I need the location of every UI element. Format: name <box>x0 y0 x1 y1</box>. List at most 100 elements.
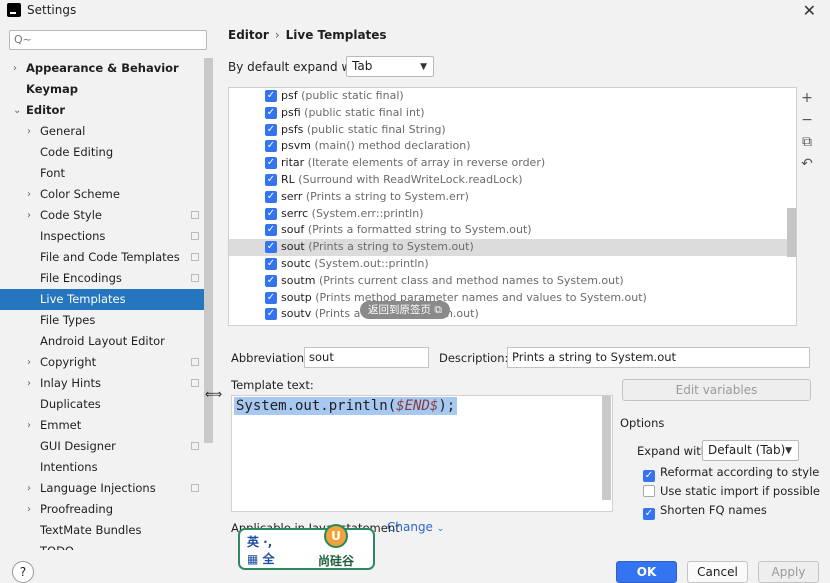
sidebar-item-inspections[interactable]: Inspections <box>0 226 204 247</box>
expand-with-select[interactable]: Default (Tab) ▼ <box>702 440 799 461</box>
sidebar-item-file-and-code-templates[interactable]: File and Code Templates <box>0 247 204 268</box>
template-checkbox[interactable]: ✓ <box>265 291 277 304</box>
template-row[interactable]: ✓ serrc (System.err::println) <box>229 206 796 223</box>
template-checkbox[interactable]: ✓ <box>265 308 277 321</box>
sidebar-item-todo[interactable]: TODO <box>0 541 204 550</box>
sidebar-scrollbar[interactable] <box>204 58 213 443</box>
sidebar-item-live-templates[interactable]: Live Templates <box>0 289 213 310</box>
editor-scrollbar[interactable] <box>602 396 611 500</box>
template-desc: (Prints a formatted string to System.out… <box>307 223 532 237</box>
ime-toolbar[interactable]: 英 ·, ▦ 全 U 尚硅谷 <box>238 524 375 570</box>
template-abbr: soutv <box>281 307 312 321</box>
template-checkbox[interactable]: ✓ <box>265 274 277 287</box>
chevron-right-icon[interactable]: › <box>27 499 31 520</box>
sidebar-item-font[interactable]: Font <box>0 163 204 184</box>
abbreviation-field[interactable]: sout <box>304 347 429 368</box>
sidebar-item-code-editing[interactable]: Code Editing <box>0 142 204 163</box>
sidebar-item-file-encodings[interactable]: File Encodings <box>0 268 204 289</box>
apply-button[interactable]: Apply <box>758 561 819 583</box>
sidebar-item-keymap[interactable]: Keymap <box>0 79 204 100</box>
template-checkbox[interactable]: ✓ <box>265 157 277 170</box>
sidebar-item-label: Editor <box>26 103 66 117</box>
sidebar-item-editor[interactable]: ⌄ Editor <box>0 100 204 121</box>
cancel-button[interactable]: Cancel <box>687 561 748 583</box>
static-import-checkbox[interactable]: Use static import if possible <box>643 484 820 498</box>
template-checkbox[interactable]: ✓ <box>265 106 277 119</box>
sidebar-item-copyright[interactable]: › Copyright <box>0 352 204 373</box>
template-checkbox[interactable]: ✓ <box>265 207 277 220</box>
sidebar-item-color-scheme[interactable]: › Color Scheme <box>0 184 204 205</box>
template-row[interactable]: ✓ ritar (Iterate elements of array in rev… <box>229 155 796 172</box>
chevron-right-icon[interactable]: › <box>27 121 31 142</box>
template-row[interactable]: ✓ psf (public static final) <box>229 88 796 105</box>
template-row[interactable]: ✓ RL (Surround with ReadWriteLock.readLoc… <box>229 172 796 189</box>
template-row[interactable]: ✓ soutm (Prints current class and method … <box>229 273 796 290</box>
description-field[interactable]: Prints a string to System.out <box>507 347 810 368</box>
template-row[interactable]: ✓ soutc (System.out::println) <box>229 256 796 273</box>
chevron-right-icon[interactable]: › <box>27 478 31 499</box>
sidebar-item-proofreading[interactable]: › Proofreading <box>0 499 204 520</box>
close-icon[interactable]: ✕ <box>803 1 816 20</box>
sidebar-item-intentions[interactable]: Intentions <box>0 457 204 478</box>
sidebar-item-android-layout-editor[interactable]: Android Layout Editor <box>0 331 204 352</box>
shorten-fq-checkbox[interactable]: ✓ Shorten FQ names <box>643 503 767 520</box>
project-scope-icon <box>191 274 199 282</box>
sidebar-item-language-injections[interactable]: › Language Injections <box>0 478 204 499</box>
remove-icon[interactable]: − <box>797 109 817 131</box>
template-checkbox[interactable]: ✓ <box>265 257 277 270</box>
undo-icon[interactable]: ↶ <box>797 153 817 175</box>
template-row[interactable]: ✓ sout (Prints a string to System.out) <box>229 239 796 256</box>
expand-default-select[interactable]: Tab ▼ <box>346 56 434 77</box>
change-context-link[interactable]: Change ⌄ <box>387 520 444 534</box>
breadcrumb-editor[interactable]: Editor <box>228 28 269 42</box>
sidebar-item-label: Inlay Hints <box>40 376 102 390</box>
template-abbr: serr <box>281 189 303 203</box>
chevron-right-icon[interactable]: › <box>27 415 31 436</box>
help-button[interactable]: ? <box>12 561 34 583</box>
template-row[interactable]: ✓ serr (Prints a string to System.err) <box>229 189 796 206</box>
template-row[interactable]: ✓ psfi (public static final int) <box>229 105 796 122</box>
template-row[interactable]: ✓soutv (Prints a value to System.out) <box>229 306 796 323</box>
sidebar-item-general[interactable]: › General <box>0 121 204 142</box>
template-desc: (Prints current class and method names t… <box>318 273 624 287</box>
template-desc: (Surround with ReadWriteLock.readLock) <box>298 172 523 186</box>
template-checkbox[interactable]: ✓ <box>265 90 277 102</box>
template-checkbox[interactable]: ✓ <box>265 224 277 237</box>
chevron-right-icon[interactable]: › <box>27 352 31 373</box>
template-row[interactable]: ✓ psvm (main() method declaration) <box>229 138 796 155</box>
ok-button[interactable]: OK <box>616 561 677 583</box>
resize-handle-icon[interactable]: ⟺ <box>205 387 222 401</box>
template-checkbox[interactable]: ✓ <box>265 140 277 153</box>
sidebar-item-gui-designer[interactable]: GUI Designer <box>0 436 204 457</box>
search-input[interactable]: Q~ <box>9 30 207 50</box>
sidebar-item-emmet[interactable]: › Emmet <box>0 415 204 436</box>
edit-variables-button[interactable]: Edit variables <box>622 379 811 401</box>
templates-scrollbar[interactable] <box>787 208 796 257</box>
chevron-right-icon[interactable]: › <box>27 373 31 394</box>
sidebar-item-textmate-bundles[interactable]: TextMate Bundles <box>0 520 204 541</box>
chevron-down-icon[interactable]: ⌄ <box>13 100 21 121</box>
template-row[interactable]: ✓ souf (Prints a formatted string to Syst… <box>229 222 796 239</box>
sidebar-item-file-types[interactable]: File Types <box>0 310 204 331</box>
sidebar-item-code-style[interactable]: › Code Style <box>0 205 204 226</box>
chevron-right-icon[interactable]: › <box>27 205 31 226</box>
template-checkbox[interactable]: ✓ <box>265 190 277 203</box>
copy-icon[interactable]: ⧉ <box>797 131 817 153</box>
template-checkbox[interactable]: ✓ <box>265 241 277 254</box>
template-row[interactable]: ✓ psfs (public static final String) <box>229 122 796 139</box>
reformat-checkbox[interactable]: ✓ Reformat according to style <box>643 465 819 482</box>
add-icon[interactable]: + <box>797 87 817 109</box>
template-row[interactable]: ✓ soutp (Prints method parameter names an… <box>229 290 796 307</box>
sidebar-item-duplicates[interactable]: Duplicates <box>0 394 204 415</box>
template-checkbox[interactable]: ✓ <box>265 173 277 186</box>
chevron-right-icon[interactable]: › <box>13 58 17 79</box>
template-text-editor[interactable]: System.out.println($END$); <box>231 395 613 512</box>
overlay-tip[interactable]: 返回到原签页 ⧉ <box>360 301 450 319</box>
template-abbr: soutp <box>281 290 312 304</box>
sidebar-item-inlay-hints[interactable]: › Inlay Hints <box>0 373 204 394</box>
template-checkbox[interactable]: ✓ <box>265 123 277 136</box>
settings-sidebar: Q~ › Appearance & Behavior Keymap ⌄ Editor › G… <box>0 22 213 550</box>
chevron-right-icon[interactable]: › <box>27 184 31 205</box>
sidebar-item-appearance-behavior[interactable]: › Appearance & Behavior <box>0 58 204 79</box>
templates-list[interactable]: ✓ psf (public static final) ✓ psfi (public … <box>228 87 797 326</box>
